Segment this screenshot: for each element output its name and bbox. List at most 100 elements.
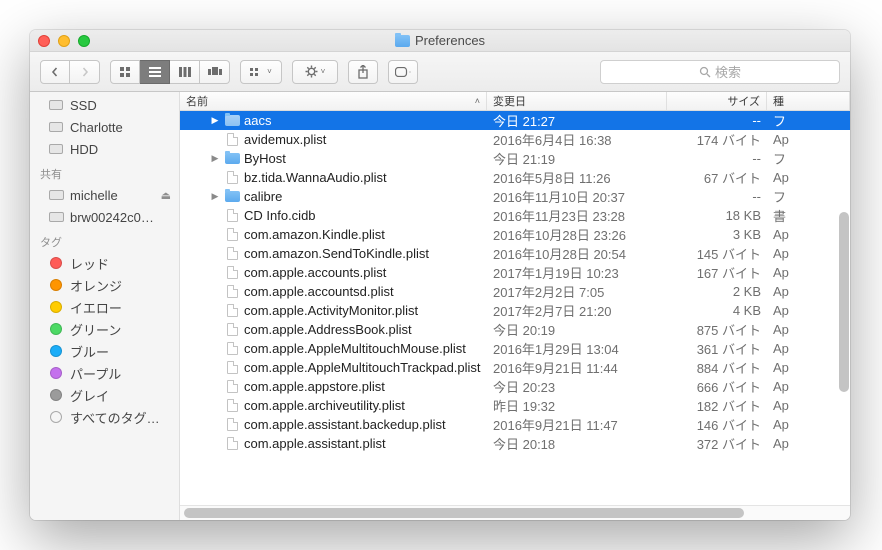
close-button[interactable]	[38, 35, 50, 47]
finder-window: Preferences ˅ ˅ 検索	[30, 30, 850, 520]
file-kind: 書	[767, 206, 850, 225]
column-size[interactable]: サイズ	[667, 92, 767, 110]
sidebar-tag[interactable]: グリーン	[30, 318, 179, 340]
tag-color-icon	[50, 301, 62, 313]
file-size: 372 バイト	[667, 434, 767, 453]
file-kind: フ	[767, 111, 850, 130]
file-icon	[227, 342, 238, 355]
file-list[interactable]: ▶aacs今日 21:27--フavidemux.plist2016年6月4日 …	[180, 111, 850, 505]
folder-icon	[225, 191, 240, 202]
file-row[interactable]: ▶aacs今日 21:27--フ	[180, 111, 850, 130]
column-view-button[interactable]	[170, 60, 200, 84]
file-size: 145 バイト	[667, 244, 767, 263]
share-button[interactable]	[348, 60, 378, 84]
file-row[interactable]: bz.tida.WannaAudio.plist2016年5月8日 11:266…	[180, 168, 850, 187]
horizontal-scrollbar[interactable]	[180, 505, 850, 520]
folder-icon	[395, 35, 410, 47]
file-row[interactable]: com.amazon.SendToKindle.plist2016年10月28日…	[180, 244, 850, 263]
file-row[interactable]: com.apple.archiveutility.plist昨日 19:3218…	[180, 396, 850, 415]
sidebar-tag[interactable]: レッド	[30, 252, 179, 274]
nav-buttons	[40, 60, 100, 84]
disclosure-triangle-icon[interactable]: ▶	[210, 153, 220, 164]
column-kind[interactable]: 種	[767, 92, 850, 110]
monitor-icon	[49, 212, 64, 222]
file-name: com.apple.appstore.plist	[244, 379, 385, 394]
file-row[interactable]: com.apple.accounts.plist2017年1月19日 10:23…	[180, 263, 850, 282]
sidebar-device[interactable]: HDD	[30, 138, 179, 160]
edit-tags-button[interactable]	[388, 60, 418, 84]
sidebar-item-label: すべてのタグ…	[70, 408, 160, 427]
sidebar-device[interactable]: SSD	[30, 94, 179, 116]
file-name: com.apple.AppleMultitouchTrackpad.plist	[244, 360, 481, 375]
file-size: --	[667, 189, 767, 204]
titlebar[interactable]: Preferences	[30, 30, 850, 52]
sidebar[interactable]: SSDCharlotteHDD 共有 michelle⏏brw00242c0… …	[30, 92, 180, 520]
tags-group	[388, 60, 418, 84]
file-date: 2016年11月10日 20:37	[487, 187, 667, 206]
sidebar-header-tags: タグ	[30, 228, 179, 252]
file-date: 今日 20:19	[487, 320, 667, 339]
search-placeholder: 検索	[715, 62, 741, 81]
sidebar-shared[interactable]: michelle ⏏	[30, 184, 179, 206]
sidebar-item-label: ブルー	[70, 342, 109, 361]
arrange-button[interactable]: ˅	[240, 60, 282, 84]
zoom-button[interactable]	[78, 35, 90, 47]
arrange-group: ˅	[240, 60, 282, 84]
file-row[interactable]: com.apple.AppleMultitouchTrackpad.plist2…	[180, 358, 850, 377]
sidebar-item-label: michelle	[70, 188, 118, 203]
file-kind: Ap	[767, 284, 850, 299]
file-row[interactable]: com.amazon.Kindle.plist 2016年10月28日 23:26…	[180, 225, 850, 244]
sidebar-device[interactable]: Charlotte	[30, 116, 179, 138]
vertical-scrollbar-thumb[interactable]	[839, 212, 849, 392]
sidebar-shared[interactable]: brw00242c0…	[30, 206, 179, 228]
file-kind: Ap	[767, 227, 850, 242]
coverflow-view-button[interactable]	[200, 60, 230, 84]
file-row[interactable]: com.apple.assistant.plist今日 20:18372 バイト…	[180, 434, 850, 453]
sidebar-tag[interactable]: イエロー	[30, 296, 179, 318]
disclosure-triangle-icon[interactable]: ▶	[210, 115, 220, 126]
file-size: 67 バイト	[667, 168, 767, 187]
file-name: com.amazon.Kindle.plist	[244, 227, 385, 242]
file-row[interactable]: com.apple.ActivityMonitor.plist2017年2月7日…	[180, 301, 850, 320]
file-kind: Ap	[767, 132, 850, 147]
file-row[interactable]: com.apple.AddressBook.plist今日 20:19875 バ…	[180, 320, 850, 339]
file-name: CD Info.cidb	[244, 208, 316, 223]
back-button[interactable]	[40, 60, 70, 84]
eject-icon[interactable]: ⏏	[161, 189, 171, 202]
file-row[interactable]: com.apple.AppleMultitouchMouse.plist2016…	[180, 339, 850, 358]
file-row[interactable]: avidemux.plist2016年6月4日 16:38174 バイトAp	[180, 130, 850, 149]
sidebar-all-tags[interactable]: すべてのタグ…	[30, 406, 179, 428]
disclosure-triangle-icon[interactable]: ▶	[210, 191, 220, 202]
sidebar-tag[interactable]: ブルー	[30, 340, 179, 362]
forward-button[interactable]	[70, 60, 100, 84]
tag-color-icon	[50, 367, 62, 379]
action-button[interactable]: ˅	[292, 60, 338, 84]
sidebar-item-label: グリーン	[70, 320, 121, 339]
tag-outline-icon	[50, 411, 62, 423]
column-date[interactable]: 変更日	[487, 92, 667, 110]
file-date: 2017年2月7日 21:20	[487, 301, 667, 320]
file-date: 2016年10月28日 23:26	[487, 225, 667, 244]
file-row[interactable]: ▶calibre2016年11月10日 20:37--フ	[180, 187, 850, 206]
file-row[interactable]: com.apple.accountsd.plist2017年2月2日 7:052…	[180, 282, 850, 301]
file-row[interactable]: CD Info.cidb2016年11月23日 23:2818 KB書	[180, 206, 850, 225]
scrollbar-thumb[interactable]	[184, 508, 744, 518]
share-group	[348, 60, 378, 84]
file-row[interactable]: com.apple.appstore.plist今日 20:23666 バイトA…	[180, 377, 850, 396]
body: SSDCharlotteHDD 共有 michelle⏏brw00242c0… …	[30, 92, 850, 520]
column-name[interactable]: 名前˄	[180, 92, 487, 110]
file-row[interactable]: com.apple.assistant.backedup.plist2016年9…	[180, 415, 850, 434]
file-icon	[227, 361, 238, 374]
sidebar-tag[interactable]: オレンジ	[30, 274, 179, 296]
list-view-button[interactable]	[140, 60, 170, 84]
file-kind: Ap	[767, 360, 850, 375]
file-name: aacs	[244, 113, 271, 128]
sidebar-tag[interactable]: グレイ	[30, 384, 179, 406]
file-name: avidemux.plist	[244, 132, 326, 147]
minimize-button[interactable]	[58, 35, 70, 47]
icon-view-button[interactable]	[110, 60, 140, 84]
file-size: 361 バイト	[667, 339, 767, 358]
file-row[interactable]: ▶ByHost今日 21:19--フ	[180, 149, 850, 168]
search-field[interactable]: 検索	[600, 60, 840, 84]
sidebar-tag[interactable]: パープル	[30, 362, 179, 384]
